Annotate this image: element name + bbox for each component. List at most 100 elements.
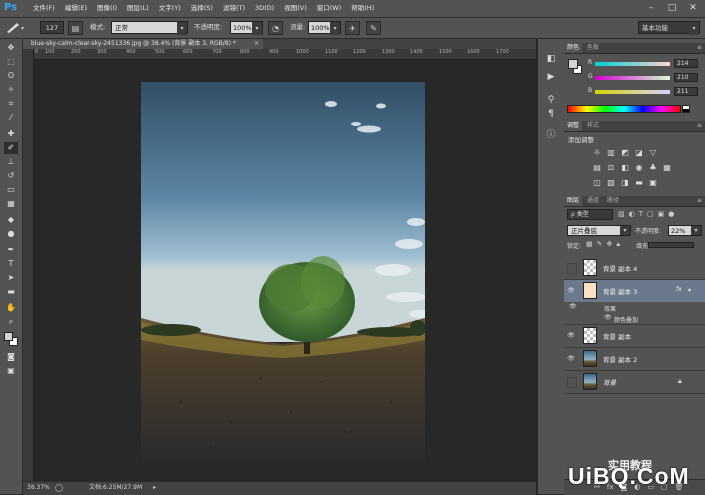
adjustment-filter-icon[interactable]: ◐ bbox=[629, 209, 635, 220]
crop-tool-icon[interactable]: ⌗ bbox=[4, 98, 18, 110]
color-swatches[interactable] bbox=[4, 332, 18, 346]
eye-icon[interactable]: 👁︎ bbox=[567, 354, 575, 363]
green-slider[interactable]: G 210 bbox=[588, 73, 705, 83]
eyedropper-tool-icon[interactable]: ⁄ bbox=[4, 112, 18, 124]
history-panel-icon[interactable]: ◧ bbox=[545, 53, 557, 65]
info-panel-icon[interactable]: ⓘ bbox=[545, 129, 557, 141]
black-white-swatch[interactable] bbox=[682, 105, 690, 113]
menu-file[interactable]: 文件(F) bbox=[28, 0, 60, 17]
black-white-icon[interactable]: ◧ bbox=[620, 163, 630, 173]
panel-menu-icon[interactable]: ≡ bbox=[697, 43, 702, 53]
filter-toggle-icon[interactable]: ● bbox=[668, 209, 674, 220]
panel-menu-icon[interactable]: ≡ bbox=[697, 196, 702, 206]
shape-filter-icon[interactable]: ▢ bbox=[647, 209, 654, 220]
tab-channels[interactable]: 通道 bbox=[584, 196, 602, 206]
color-spectrum-bar[interactable] bbox=[567, 105, 681, 113]
menu-filter[interactable]: 滤镜(T) bbox=[218, 0, 250, 17]
lasso-tool-icon[interactable]: ʘ bbox=[4, 70, 18, 82]
blue-slider-track[interactable] bbox=[595, 90, 670, 94]
pressure-size-toggle[interactable]: ✎ bbox=[366, 21, 381, 35]
healing-brush-tool-icon[interactable]: ✚ bbox=[4, 128, 18, 140]
zoom-level[interactable]: 38.37% bbox=[27, 482, 50, 494]
threshold-icon[interactable]: ◨ bbox=[620, 178, 630, 188]
horizontal-ruler[interactable]: 0 100 200 300 400 500 600 700 800 900 10… bbox=[33, 49, 536, 60]
pressure-opacity-toggle[interactable]: ◔ bbox=[268, 21, 283, 35]
layer-row[interactable]: 背景 🔒︎ bbox=[564, 371, 705, 394]
path-select-tool-icon[interactable]: ➤ bbox=[4, 272, 18, 284]
brush-tool-preset[interactable]: ▾ bbox=[4, 21, 26, 34]
status-menu-arrow-icon[interactable]: ▸ bbox=[153, 482, 156, 494]
tab-paths[interactable]: 路径 bbox=[604, 196, 622, 206]
lock-image-icon[interactable]: ✎ bbox=[597, 240, 603, 249]
gradient-map-icon[interactable]: ▬ bbox=[634, 178, 644, 188]
brightness-icon[interactable]: ☼ bbox=[592, 148, 602, 158]
tab-swatches[interactable]: 色板 bbox=[584, 43, 602, 53]
exposure-icon[interactable]: ◪ bbox=[634, 148, 644, 158]
pixel-filter-icon[interactable]: ▨ bbox=[618, 209, 625, 220]
green-slider-track[interactable] bbox=[595, 76, 670, 80]
panel-menu-icon[interactable]: ≡ bbox=[697, 121, 702, 131]
foreground-color-swatch[interactable] bbox=[4, 332, 13, 341]
workspace-select[interactable]: 基本功能 ▾ bbox=[638, 21, 700, 35]
brush-tool-icon[interactable]: ✐ bbox=[4, 142, 18, 154]
info-icon[interactable] bbox=[55, 484, 63, 492]
vibrance-icon[interactable]: ▽ bbox=[648, 148, 658, 158]
eye-icon[interactable]: 👁︎ bbox=[604, 314, 612, 321]
color-lookup-icon[interactable]: ▦ bbox=[662, 163, 672, 173]
history-brush-tool-icon[interactable]: ↺ bbox=[4, 170, 18, 182]
layer-name[interactable]: 背景 bbox=[603, 377, 616, 387]
color-balance-icon[interactable]: ⚖ bbox=[606, 163, 616, 173]
marquee-tool-icon[interactable]: ⬚ bbox=[4, 56, 18, 68]
brush-panel-icon[interactable]: ⚲ bbox=[545, 94, 557, 106]
brush-panel-toggle[interactable]: ▤ bbox=[68, 21, 83, 35]
menu-view[interactable]: 视图(V) bbox=[279, 0, 312, 17]
menu-image[interactable]: 图像(I) bbox=[92, 0, 122, 17]
type-filter-icon[interactable]: T bbox=[639, 209, 643, 220]
blue-slider[interactable]: B 211 bbox=[588, 87, 705, 97]
foreground-color-swatch[interactable] bbox=[568, 59, 578, 69]
smart-object-filter-icon[interactable]: ▣ bbox=[658, 209, 665, 220]
tab-adjustments[interactable]: 调整 bbox=[564, 121, 583, 131]
menu-select[interactable]: 选择(S) bbox=[186, 0, 218, 17]
posterize-icon[interactable]: ▧ bbox=[606, 178, 616, 188]
quick-select-tool-icon[interactable]: ✧ bbox=[4, 84, 18, 96]
layer-row[interactable]: 背景 副本 4 bbox=[564, 257, 705, 280]
collapse-effects-icon[interactable]: ▴ bbox=[688, 286, 691, 293]
screen-mode-icon[interactable]: ▣ bbox=[4, 365, 18, 377]
layer-row[interactable]: 👁︎ 背景 副本 3 fx ▴ bbox=[564, 280, 705, 303]
gradient-tool-icon[interactable]: ▦ bbox=[4, 198, 18, 210]
mode-select[interactable]: 正常 ▾ bbox=[111, 21, 188, 35]
document-image[interactable] bbox=[141, 82, 425, 460]
layer-row[interactable]: 👁︎ 背景 副本 2 bbox=[564, 348, 705, 371]
red-slider-track[interactable] bbox=[595, 62, 670, 66]
dodge-tool-icon[interactable]: ● bbox=[4, 228, 18, 240]
color-panel-swatches[interactable] bbox=[568, 59, 582, 74]
red-slider[interactable]: R 214 bbox=[588, 59, 705, 69]
menu-3d[interactable]: 3D(D) bbox=[250, 0, 279, 17]
layer-name[interactable]: 背景 副本 4 bbox=[603, 263, 637, 273]
visibility-toggle[interactable] bbox=[567, 263, 577, 274]
opacity-input[interactable]: 100% ▾ bbox=[230, 21, 263, 35]
document-tab[interactable]: blue-sky-calm-clear-sky-2451336.jpg @ 38… bbox=[23, 39, 263, 49]
hue-saturation-icon[interactable]: ▤ bbox=[592, 163, 602, 173]
tab-color[interactable]: 颜色 bbox=[564, 43, 583, 53]
menu-edit[interactable]: 编辑(E) bbox=[60, 0, 92, 17]
channel-mixer-icon[interactable]: ♣ bbox=[648, 163, 658, 173]
lock-position-icon[interactable]: ✥ bbox=[607, 240, 613, 249]
shape-tool-icon[interactable]: ▬ bbox=[4, 286, 18, 298]
layer-name[interactable]: 背景 副本 2 bbox=[603, 354, 637, 364]
levels-icon[interactable]: ▥ bbox=[606, 148, 616, 158]
lock-transparency-icon[interactable]: ▦ bbox=[586, 240, 593, 249]
paragraph-panel-icon[interactable]: ¶ bbox=[545, 108, 557, 120]
photo-filter-icon[interactable]: ◉ bbox=[634, 163, 644, 173]
type-tool-icon[interactable]: T bbox=[4, 258, 18, 270]
menu-layer[interactable]: 图层(L) bbox=[122, 0, 154, 17]
flow-input[interactable]: 100% ▾ bbox=[308, 21, 341, 35]
fx-badge[interactable]: fx bbox=[676, 286, 682, 293]
tab-styles[interactable]: 样式 bbox=[584, 121, 602, 131]
move-tool-icon[interactable]: ✥ bbox=[4, 42, 18, 54]
selective-color-icon[interactable]: ▣ bbox=[648, 178, 658, 188]
menu-type[interactable]: 文字(Y) bbox=[154, 0, 186, 17]
eye-icon[interactable]: 👁︎ bbox=[567, 331, 575, 340]
menu-help[interactable]: 帮助(H) bbox=[346, 0, 379, 17]
